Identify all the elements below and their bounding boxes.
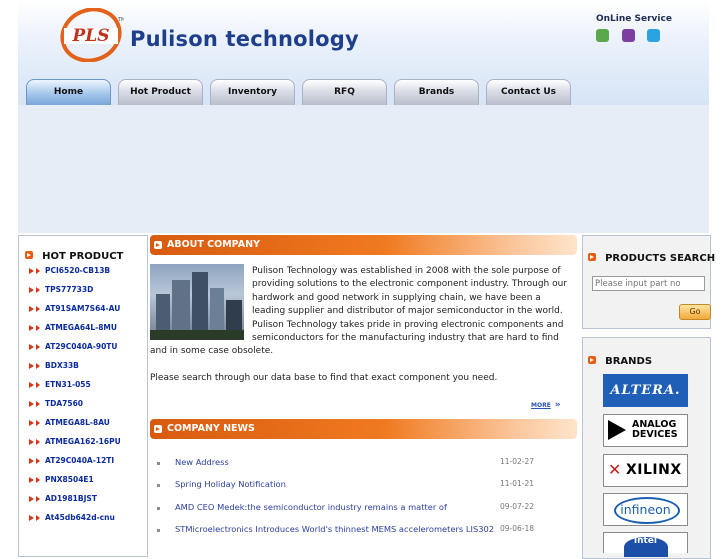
list-item[interactable]: AD1981BJST bbox=[29, 494, 121, 513]
triangle-icon bbox=[608, 420, 626, 440]
list-item[interactable]: BDX33B bbox=[29, 361, 121, 380]
bullet-icon bbox=[588, 355, 596, 364]
products-search-title: PRODUCTS SEARCH bbox=[605, 253, 716, 264]
online-service-label: OnLine Service bbox=[596, 14, 672, 24]
list-item[interactable]: ATMEGA162-16PU bbox=[29, 437, 121, 456]
news-item[interactable]: AMD CEO Medek:the semiconductor industry… bbox=[155, 502, 535, 520]
list-item[interactable]: PCI6520-CB13B bbox=[29, 266, 121, 285]
msn-icon[interactable] bbox=[596, 29, 609, 42]
news-item[interactable]: STMicroelectronics Introduces World's th… bbox=[155, 524, 535, 542]
tab-inventory[interactable]: Inventory bbox=[210, 79, 295, 105]
tab-rfq[interactable]: RFQ bbox=[302, 79, 387, 105]
hot-product-list: PCI6520-CB13B TPS77733D AT91SAM7S64-AU A… bbox=[29, 266, 121, 532]
about-company-title: ABOUT COMPANY bbox=[167, 239, 260, 250]
list-item[interactable]: PNX8504E1 bbox=[29, 475, 121, 494]
more-link[interactable]: MORE» bbox=[531, 400, 561, 410]
list-item[interactable]: AT29C040A-12TI bbox=[29, 456, 121, 475]
svg-text:PLS: PLS bbox=[71, 26, 109, 46]
company-name[interactable]: Pulison technology bbox=[130, 27, 359, 51]
hot-product-title: HOT PRODUCT bbox=[42, 251, 124, 262]
analog-devices-logo[interactable]: ANALOG DEVICES bbox=[603, 414, 688, 447]
go-button[interactable]: Go bbox=[679, 304, 711, 320]
bullet-icon bbox=[154, 424, 162, 433]
tab-home[interactable]: Home bbox=[26, 79, 111, 105]
about-company-header: ABOUT COMPANY bbox=[150, 235, 577, 255]
svg-text:TM: TM bbox=[117, 17, 124, 23]
list-item[interactable]: ATMEGA8L-8AU bbox=[29, 418, 121, 437]
infineon-logo[interactable]: infineon bbox=[603, 493, 688, 526]
bullet-icon bbox=[154, 240, 162, 249]
list-item[interactable]: TDA7560 bbox=[29, 399, 121, 418]
bullet-icon bbox=[588, 252, 596, 261]
bullet-icon bbox=[25, 250, 33, 259]
main-nav: Home Hot Product Inventory RFQ Brands Co… bbox=[18, 79, 709, 105]
xilinx-mark-icon: ✕ bbox=[608, 460, 622, 479]
intel-logo[interactable]: intel bbox=[603, 532, 688, 557]
site-header: PLS TM Pulison technology OnLine Service… bbox=[18, 0, 709, 105]
pls-logo-icon[interactable]: PLS TM bbox=[58, 8, 124, 62]
list-item[interactable]: ATMEGA64L-8MU bbox=[29, 323, 121, 342]
news-item[interactable]: New Address 11-02-27 bbox=[155, 457, 535, 475]
banner-area bbox=[18, 105, 709, 233]
news-item[interactable]: Spring Holiday Notification 11-01-21 bbox=[155, 479, 535, 497]
about-company-body: Pulison Technology was established in 20… bbox=[150, 264, 575, 385]
list-item[interactable]: AT91SAM7S64-AU bbox=[29, 304, 121, 323]
list-item[interactable]: ETN31-055 bbox=[29, 380, 121, 399]
xilinx-logo[interactable]: ✕ XILINX bbox=[603, 454, 688, 487]
double-chevron-icon: » bbox=[554, 400, 561, 410]
part-number-input[interactable] bbox=[592, 276, 705, 291]
tab-contact-us[interactable]: Contact Us bbox=[486, 79, 571, 105]
list-item[interactable]: TPS77733D bbox=[29, 285, 121, 304]
tab-hot-product[interactable]: Hot Product bbox=[118, 79, 203, 105]
products-search-panel: PRODUCTS SEARCH Go bbox=[582, 235, 715, 329]
yahoo-icon[interactable] bbox=[622, 29, 635, 42]
office-buildings-photo bbox=[150, 264, 244, 340]
list-item[interactable]: AT29C040A-90TU bbox=[29, 342, 121, 361]
list-item[interactable]: At45db642d-cnu bbox=[29, 513, 121, 532]
about-paragraph-2: Please search through our data base to f… bbox=[150, 372, 498, 383]
company-news-header: COMPANY NEWS bbox=[150, 419, 577, 439]
company-news-title: COMPANY NEWS bbox=[167, 423, 255, 434]
altera-logo[interactable]: ALTERA. bbox=[603, 374, 688, 407]
skype-icon[interactable] bbox=[647, 29, 660, 42]
tab-brands[interactable]: Brands bbox=[394, 79, 479, 105]
brands-title: BRANDS bbox=[605, 356, 653, 367]
hot-product-panel: HOT PRODUCT PCI6520-CB13B TPS77733D AT91… bbox=[18, 235, 148, 557]
